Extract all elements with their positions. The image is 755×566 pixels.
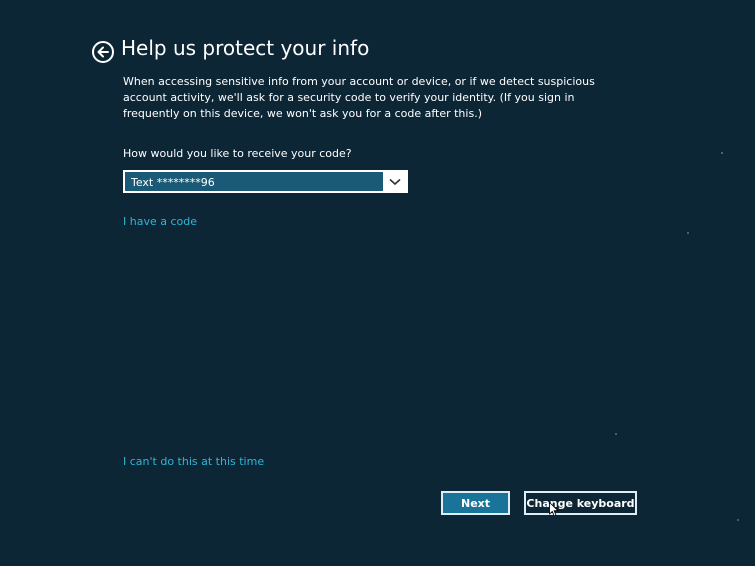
page-title: Help us protect your info	[121, 36, 370, 60]
change-keyboard-button[interactable]: Change keyboard	[524, 491, 637, 515]
mouse-cursor-icon	[549, 501, 559, 521]
screen-speck	[721, 152, 723, 154]
screen-speck	[687, 232, 689, 234]
have-code-link[interactable]: I have a code	[123, 215, 197, 228]
cant-do-link[interactable]: I can't do this at this time	[123, 455, 264, 468]
next-button[interactable]: Next	[441, 491, 510, 515]
code-method-dropdown[interactable]: Text ********96	[123, 170, 408, 193]
chevron-down-icon[interactable]	[383, 171, 407, 192]
screen-speck	[737, 519, 739, 521]
back-arrow-icon[interactable]	[92, 41, 114, 63]
code-method-selected-value: Text ********96	[125, 172, 383, 191]
description-text: When accessing sensitive info from your …	[123, 75, 595, 120]
code-method-label: How would you like to receive your code?	[123, 147, 352, 160]
screen-speck	[615, 433, 617, 435]
